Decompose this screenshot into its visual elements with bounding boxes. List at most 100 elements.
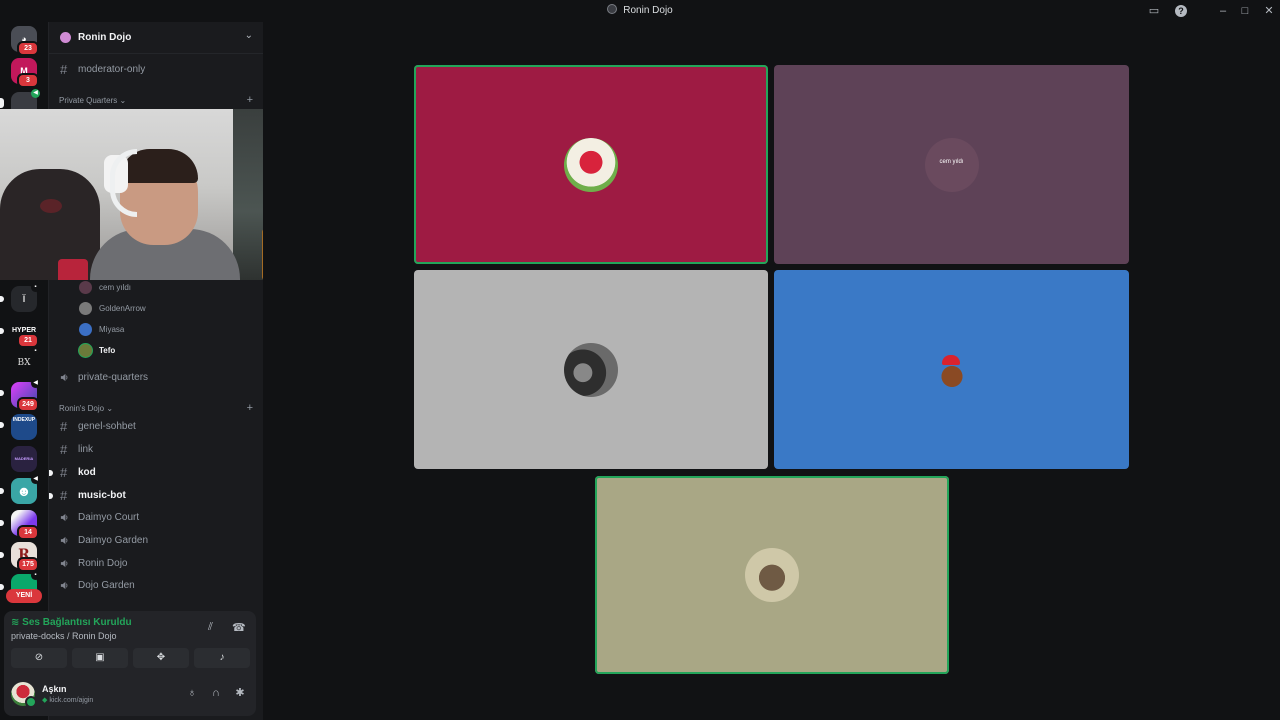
voice-status-title[interactable]: ≋ Ses Bağlantısı Kuruldu [11,617,132,628]
gamepad-icon: ✥ [156,652,166,663]
server-mic[interactable]: Ϊ ▪ [11,283,40,312]
channel-label: Daimyo Court [78,512,140,523]
screen-icon: ▪ [31,347,40,356]
speaker-icon [60,559,68,568]
member-name: Miyasa [99,325,125,334]
signal-icon: ≋ [11,617,20,628]
guild-logo-icon [607,4,618,14]
participant-tile[interactable] [414,270,768,469]
server-hyper[interactable]: HYPER 21 [11,318,39,348]
category-ronins-dojo[interactable]: Ronin's Dojo ⌄ + [59,402,255,414]
activity-button[interactable]: ✥ [133,648,189,668]
participant-avatar [564,137,618,192]
participant-tile[interactable] [414,65,768,264]
mic-icon[interactable]: ♁ [185,686,199,700]
speaker-icon [60,536,68,545]
avatar [79,344,92,357]
channel-label: music-bot [78,490,126,501]
server-indexup[interactable]: INDEXUP [11,414,37,440]
unread-badge: 23 [17,41,39,56]
guild-name: Ronin Dojo [78,32,132,43]
server-bx[interactable]: BX ▪ [11,347,40,376]
channel-ronin-dojo[interactable]: Ronin Dojo [57,555,255,573]
window-title: Ronin Dojo [0,4,1280,16]
chevron-down-icon: ⌄ [106,404,114,413]
chevron-down-icon[interactable]: ⌄ [245,30,253,41]
speaker-icon: ◀ [31,379,40,388]
user-custom-status: ◆ kick.com/ajgin [42,697,94,704]
voice-member[interactable]: Tefo [79,343,239,359]
category-label: Private Quarters [59,96,118,105]
server-maderia[interactable]: MADERIA [11,446,37,472]
channel-dojo-garden[interactable]: Dojo Garden [57,577,255,595]
online-status-dot [25,696,37,708]
hash-icon: # [60,465,68,480]
participant-tile[interactable]: cem yıldı [774,65,1129,264]
server-purple[interactable]: ◀ 249 [11,379,40,412]
voice-status-subtitle[interactable]: private-docks / Ronin Dojo [11,631,117,641]
channel-label: Daimyo Garden [78,535,149,546]
channel-label: genel-sohbet [78,421,136,432]
unread-pill [0,520,4,526]
discord-home-button[interactable]: ◕ 23 [11,26,39,56]
unread-pill [49,470,53,476]
new-badge[interactable]: YENİ [6,589,42,603]
channel-daimyo-garden[interactable]: Daimyo Garden [57,532,255,550]
add-channel-icon[interactable]: + [247,94,253,106]
category-private-quarters[interactable]: Private Quarters ⌄ + [59,94,255,106]
server-r[interactable]: R 175 [11,542,39,572]
participant-tile[interactable] [595,476,949,674]
hash-icon: # [60,62,68,77]
status-emoji-icon: ◆ [42,697,48,704]
soundboard-button[interactable]: ♪ [194,648,250,668]
camera-off-icon: ⊘ [34,652,44,663]
guild-header[interactable]: Ronin Dojo ⌄ [49,22,263,54]
chevron-down-icon: ⌄ [119,96,127,105]
disconnect-icon[interactable]: ☎ [232,621,246,634]
title-bar: Ronin Dojo ▭ ? – □ ✕ [0,0,1280,22]
channel-music-bot[interactable]: # music-bot [49,487,255,505]
participant-avatar: cem yıldı [924,137,979,192]
close-button[interactable]: ✕ [1261,3,1277,19]
noise-suppression-icon[interactable]: ⫽ [208,621,213,634]
server-ghost[interactable]: ☻ ◀ [11,475,40,504]
screen-share-button[interactable]: ▣ [72,648,128,668]
server-pink[interactable]: 14 [11,510,39,540]
unread-pill [0,328,4,334]
member-name: cem yıldı [99,283,132,292]
webcam-overlay [0,109,303,280]
minimize-button[interactable]: – [1215,3,1231,19]
channel-genel-sohbet[interactable]: # genel-sohbet [57,418,255,436]
santa-hat-icon [941,354,960,365]
voice-member[interactable]: GoldenArrow [79,301,239,317]
guild-icon [60,32,71,43]
screen-share-icon: ▣ [95,652,105,663]
add-channel-icon[interactable]: + [247,402,253,414]
voice-member[interactable]: cem yıldı [79,280,239,296]
camera-button[interactable]: ⊘ [11,648,67,668]
server-m[interactable]: M3 [11,58,39,88]
participant-avatar [564,342,618,397]
participant-avatar [924,342,979,397]
headphones-icon[interactable]: ∩ [209,686,223,700]
maximize-button[interactable]: □ [1237,3,1253,19]
microphone [58,259,88,280]
settings-gear-icon[interactable]: ✱ [233,686,247,700]
channel-daimyo-court[interactable]: Daimyo Court [57,509,255,527]
channel-link[interactable]: # link [57,441,255,459]
avatar [79,323,92,336]
user-avatar[interactable] [11,682,37,708]
avatar [79,281,92,294]
voice-member[interactable]: Miyasa [79,322,239,338]
participant-tile[interactable] [774,270,1129,469]
speaker-icon [60,373,68,382]
help-icon[interactable]: ? [1175,5,1187,17]
voice-connection-panel: ≋ Ses Bağlantısı Kuruldu private-docks /… [4,611,256,716]
member-name: Tefo [99,346,116,355]
inbox-icon[interactable]: ▭ [1146,3,1162,19]
channel-kod[interactable]: # kod [49,464,255,482]
channel-moderator-only[interactable]: # moderator-only [57,61,255,79]
user-name[interactable]: Aşkın [42,684,67,694]
server-indexup-logo: INDEXUP [11,414,37,440]
channel-private-quarters[interactable]: private-quarters [57,369,255,387]
